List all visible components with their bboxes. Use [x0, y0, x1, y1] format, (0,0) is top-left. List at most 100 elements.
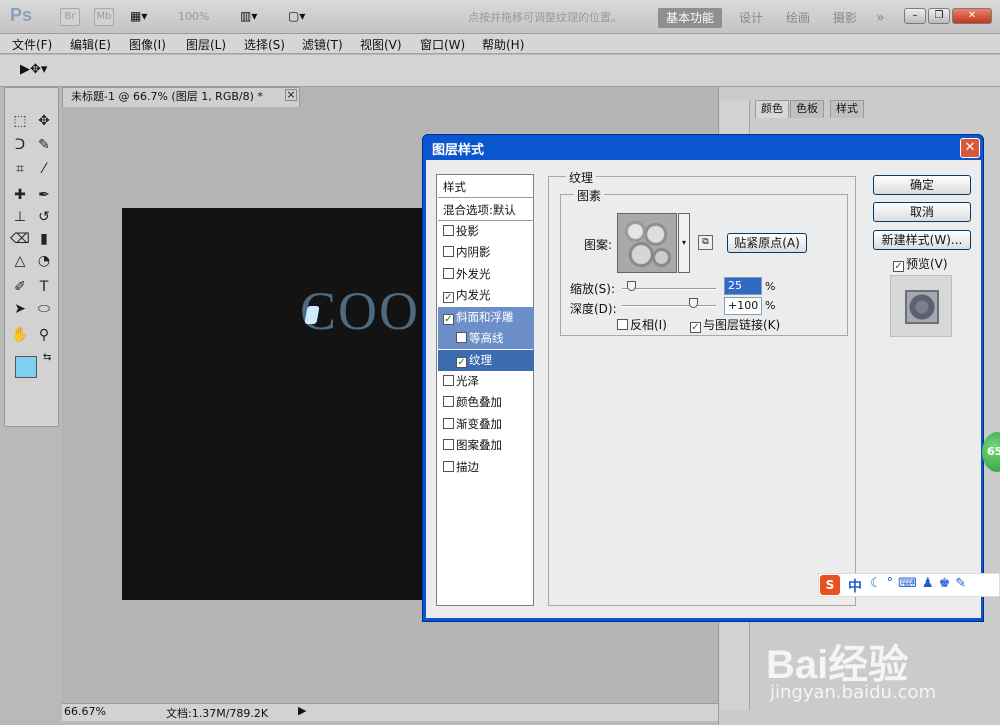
- menu-window[interactable]: 窗口(W): [420, 36, 465, 53]
- gradient-overlay-checkbox[interactable]: [443, 418, 454, 429]
- preview-option[interactable]: ✓ 预览(V): [893, 255, 948, 272]
- healing-brush-icon[interactable]: ✚: [9, 184, 31, 206]
- depth-slider-thumb[interactable]: [688, 298, 698, 308]
- menu-filter[interactable]: 滤镜(T): [302, 36, 343, 53]
- clone-stamp-icon[interactable]: ⊥: [9, 206, 31, 228]
- style-satin[interactable]: 光泽: [438, 371, 534, 392]
- workspace-photography[interactable]: 摄影: [833, 8, 857, 28]
- preview-checkbox[interactable]: ✓: [893, 261, 904, 272]
- link-with-layer-checkbox[interactable]: ✓: [690, 322, 701, 333]
- outer-glow-checkbox[interactable]: [443, 268, 454, 279]
- style-inner-shadow[interactable]: 内阴影: [438, 242, 534, 263]
- menu-select[interactable]: 选择(S): [244, 36, 285, 53]
- marquee-tool-icon[interactable]: ⬚: [9, 110, 31, 132]
- style-list-header[interactable]: 样式: [438, 177, 534, 198]
- scale-slider-track[interactable]: [622, 288, 716, 290]
- style-drop-shadow[interactable]: 投影: [438, 221, 534, 242]
- snap-to-origin-button[interactable]: 贴紧原点(A): [727, 233, 807, 253]
- depth-slider-track[interactable]: [622, 305, 716, 307]
- screen-mode-icon[interactable]: ▢▾: [288, 9, 305, 23]
- zoom-level-select[interactable]: 100%: [178, 10, 209, 23]
- style-outer-glow[interactable]: 外发光: [438, 264, 534, 285]
- pattern-swatch[interactable]: [617, 213, 677, 273]
- status-menu-arrow-icon[interactable]: ▶: [298, 704, 306, 717]
- panel-tab-styles[interactable]: 样式: [830, 100, 864, 118]
- restore-button[interactable]: ❐: [928, 8, 950, 24]
- new-preset-icon[interactable]: ⧉: [698, 235, 713, 250]
- document-tab[interactable]: 未标题-1 @ 66.7% (图层 1, RGB/8) * ×: [62, 87, 300, 107]
- style-texture[interactable]: ✓ 纹理: [438, 350, 534, 371]
- depth-input[interactable]: +100: [724, 297, 762, 315]
- gradient-tool-icon[interactable]: ▮: [33, 228, 55, 250]
- bevel-emboss-checkbox[interactable]: ✓: [443, 314, 454, 325]
- move-tool-preset-icon[interactable]: ▶✥▾: [20, 62, 47, 77]
- workspace-basic[interactable]: 基本功能: [658, 8, 722, 28]
- ok-button[interactable]: 确定: [873, 175, 971, 195]
- arrange-documents-icon[interactable]: ▥▾: [240, 9, 257, 23]
- color-overlay-checkbox[interactable]: [443, 396, 454, 407]
- view-extras-icon[interactable]: ▦▾: [130, 9, 147, 23]
- workspace-painting[interactable]: 绘画: [786, 8, 810, 28]
- new-style-button[interactable]: 新建样式(W)...: [873, 230, 971, 250]
- minibridge-button[interactable]: Mb: [94, 8, 114, 26]
- blending-options-item[interactable]: 混合选项:默认: [438, 200, 534, 221]
- sogou-logo-icon[interactable]: S: [820, 575, 840, 595]
- canvas[interactable]: [122, 208, 432, 600]
- minimize-button[interactable]: –: [904, 8, 926, 24]
- crop-tool-icon[interactable]: ⌗: [9, 158, 31, 180]
- menu-edit[interactable]: 编辑(E): [70, 36, 111, 53]
- menu-help[interactable]: 帮助(H): [482, 36, 524, 53]
- lasso-tool-icon[interactable]: ᑐ: [9, 134, 31, 156]
- workspace-design[interactable]: 设计: [739, 8, 763, 28]
- style-inner-glow[interactable]: ✓ 内发光: [438, 285, 534, 306]
- scale-input[interactable]: 25: [724, 277, 762, 295]
- style-bevel-emboss[interactable]: ✓ 斜面和浮雕: [438, 307, 534, 328]
- foreground-color-swatch[interactable]: [15, 356, 37, 378]
- dodge-tool-icon[interactable]: ◔: [33, 250, 55, 272]
- type-tool-icon[interactable]: T: [33, 276, 55, 298]
- ime-lang[interactable]: 中: [848, 576, 862, 596]
- texture-checkbox[interactable]: ✓: [456, 357, 467, 368]
- satin-checkbox[interactable]: [443, 375, 454, 386]
- panel-tab-swatches[interactable]: 色板: [790, 100, 824, 118]
- move-tool-icon[interactable]: ✥: [33, 110, 55, 132]
- cancel-button[interactable]: 取消: [873, 202, 971, 222]
- contour-checkbox[interactable]: [456, 332, 467, 343]
- link-with-layer-option[interactable]: ✓ 与图层链接(K): [690, 316, 780, 333]
- more-workspaces-icon[interactable]: »: [876, 8, 885, 28]
- status-zoom[interactable]: 66.67%: [64, 705, 106, 718]
- panel-tab-color[interactable]: 颜色: [755, 100, 789, 118]
- inner-glow-checkbox[interactable]: ✓: [443, 292, 454, 303]
- drop-shadow-checkbox[interactable]: [443, 225, 454, 236]
- zoom-tool-icon[interactable]: ⚲: [33, 324, 55, 346]
- menu-view[interactable]: 视图(V): [360, 36, 402, 53]
- style-gradient-overlay[interactable]: 渐变叠加: [438, 414, 534, 435]
- dialog-close-button[interactable]: ✕: [960, 138, 980, 158]
- inner-shadow-checkbox[interactable]: [443, 246, 454, 257]
- menu-layer[interactable]: 图层(L): [186, 36, 226, 53]
- invert-option[interactable]: 反相(I): [617, 316, 667, 333]
- style-pattern-overlay[interactable]: 图案叠加: [438, 435, 534, 456]
- menu-file[interactable]: 文件(F): [12, 36, 52, 53]
- hand-tool-icon[interactable]: ✋: [9, 324, 31, 346]
- stroke-checkbox[interactable]: [443, 461, 454, 472]
- eraser-tool-icon[interactable]: ⌫: [9, 228, 31, 250]
- quick-select-tool-icon[interactable]: ✎: [33, 134, 55, 156]
- ime-tools-icon[interactable]: ☾°⌨♟♚✎: [870, 576, 971, 591]
- pattern-overlay-checkbox[interactable]: [443, 439, 454, 450]
- close-button[interactable]: ✕: [952, 8, 992, 24]
- invert-checkbox[interactable]: [617, 319, 628, 330]
- brush-tool-icon[interactable]: ✒: [33, 184, 55, 206]
- path-select-icon[interactable]: ➤: [9, 298, 31, 320]
- bridge-button[interactable]: Br: [60, 8, 80, 26]
- swap-colors-icon[interactable]: ⇆: [43, 352, 51, 363]
- pattern-picker-arrow-icon[interactable]: ▾: [678, 213, 690, 273]
- document-tab-close-icon[interactable]: ×: [285, 89, 297, 101]
- style-stroke[interactable]: 描边: [438, 457, 534, 478]
- eyedropper-tool-icon[interactable]: ⁄: [33, 158, 55, 180]
- pen-tool-icon[interactable]: ✐: [9, 276, 31, 298]
- ellipse-tool-icon[interactable]: ⬭: [33, 298, 55, 320]
- menu-image[interactable]: 图像(I): [129, 36, 166, 53]
- history-brush-icon[interactable]: ↺: [33, 206, 55, 228]
- blur-tool-icon[interactable]: △: [9, 250, 31, 272]
